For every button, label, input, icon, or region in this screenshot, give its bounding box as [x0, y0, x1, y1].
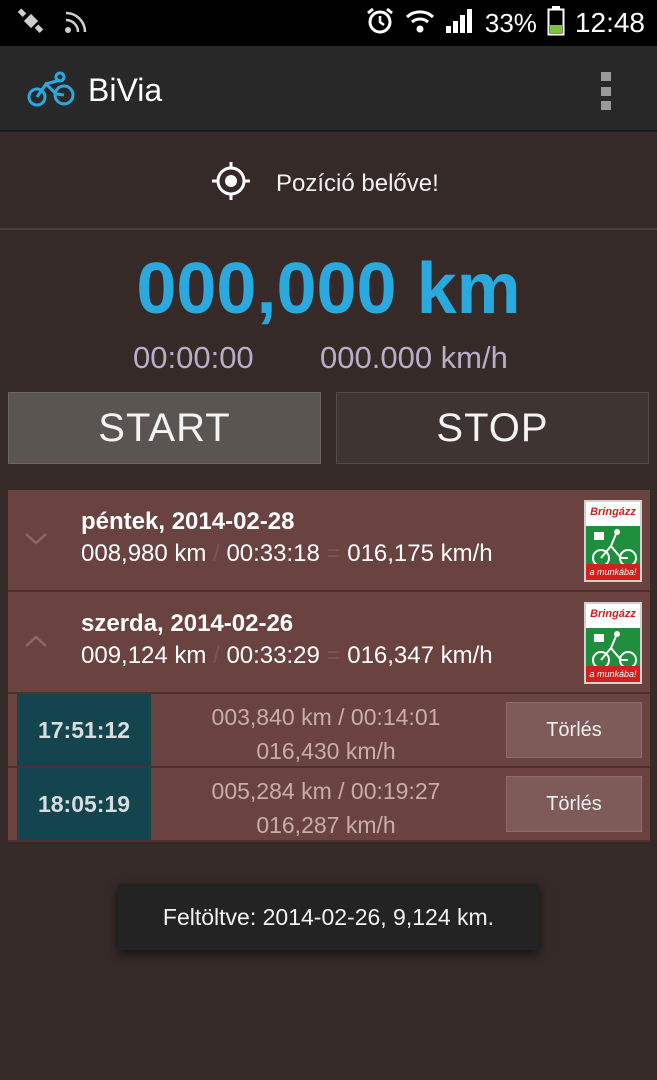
day-speed: 016,347 km/h [347, 642, 493, 669]
action-bar: BiVia [0, 46, 657, 132]
overflow-menu-icon[interactable] [601, 72, 613, 110]
badge-subtitle: a munkába! [586, 564, 640, 580]
delete-button[interactable]: Törlés [506, 776, 642, 832]
upload-toast: Feltöltve: 2014-02-26, 9,124 km. [118, 884, 539, 950]
alarm-icon [365, 6, 395, 41]
trip-start-time: 17:51:12 [17, 694, 151, 766]
gps-icon [16, 6, 46, 43]
chevron-down-icon[interactable] [24, 526, 48, 552]
battery-icon [547, 5, 565, 41]
stop-button[interactable]: STOP [336, 392, 649, 464]
separator-equals: = [326, 540, 341, 567]
day-row[interactable]: péntek, 2014-02-28 008,980 km / 00:33:18… [8, 490, 650, 592]
distance-display: 000,000 km [136, 249, 521, 329]
nfc-icon [60, 6, 92, 43]
trip-row: 18:05:19 005,284 km / 00:19:27 016,287 k… [8, 768, 650, 842]
badge-title: Bringázz [586, 502, 640, 528]
battery-percent: 33% [484, 7, 537, 38]
crosshair-icon [210, 160, 252, 207]
trip-distance-duration: 003,840 km / 00:14:01 [151, 704, 501, 731]
day-duration: 00:33:18 [226, 540, 320, 567]
start-button[interactable]: START [8, 392, 321, 464]
separator-slash: / [338, 704, 345, 730]
day-title: péntek, 2014-02-28 [81, 508, 295, 535]
separator-slash: / [338, 778, 345, 804]
day-speed: 016,175 km/h [347, 540, 493, 567]
status-right-icons: 33% 12:48 [365, 0, 645, 46]
position-text: Pozíció belőve! [276, 170, 439, 197]
day-distance: 009,124 km [81, 642, 207, 669]
day-row[interactable]: szerda, 2014-02-26 009,124 km / 00:33:29… [8, 592, 650, 694]
day-stats: 009,124 km / 00:33:29 = 016,347 km/h [81, 642, 493, 670]
day-duration: 00:33:29 [226, 642, 320, 669]
position-status: Pozíció belőve! [0, 134, 657, 230]
status-left-icons [16, 6, 92, 43]
bringazz-badge[interactable]: Bringázz a munkába! [584, 500, 642, 582]
bicycle-icon[interactable] [26, 70, 76, 115]
separator-slash: / [213, 642, 220, 669]
separator-slash: / [213, 540, 220, 567]
delete-button[interactable]: Törlés [506, 702, 642, 758]
day-title: szerda, 2014-02-26 [81, 610, 294, 637]
signal-icon [445, 8, 475, 39]
trip-speed: 016,430 km/h [256, 738, 396, 764]
app-title: BiVia [88, 72, 163, 108]
bringazz-badge[interactable]: Bringázz a munkába! [584, 602, 642, 684]
badge-subtitle: a munkába! [586, 666, 640, 682]
status-bar: 33% 12:48 [0, 0, 657, 46]
trip-duration: 00:14:01 [350, 704, 441, 730]
trip-distance: 005,284 km [211, 778, 332, 804]
day-stats: 008,980 km / 00:33:18 = 016,175 km/h [81, 540, 493, 568]
trip-row: 17:51:12 003,840 km / 00:14:01 016,430 k… [8, 694, 650, 768]
day-distance: 008,980 km [81, 540, 207, 567]
trip-start-time: 18:05:19 [17, 768, 151, 840]
trip-distance-duration: 005,284 km / 00:19:27 [151, 778, 501, 805]
trip-distance: 003,840 km [211, 704, 332, 730]
badge-title: Bringázz [586, 604, 640, 630]
trip-speed: 016,287 km/h [256, 812, 396, 838]
trip-duration: 00:19:27 [350, 778, 441, 804]
current-speed: 000.000 km/h [320, 340, 508, 375]
status-clock: 12:48 [574, 7, 645, 38]
trip-history-list: péntek, 2014-02-28 008,980 km / 00:33:18… [8, 490, 650, 842]
chevron-up-icon[interactable] [24, 628, 48, 654]
wifi-icon [405, 8, 435, 39]
separator-equals: = [326, 642, 341, 669]
elapsed-time: 00:00:00 [133, 340, 254, 375]
